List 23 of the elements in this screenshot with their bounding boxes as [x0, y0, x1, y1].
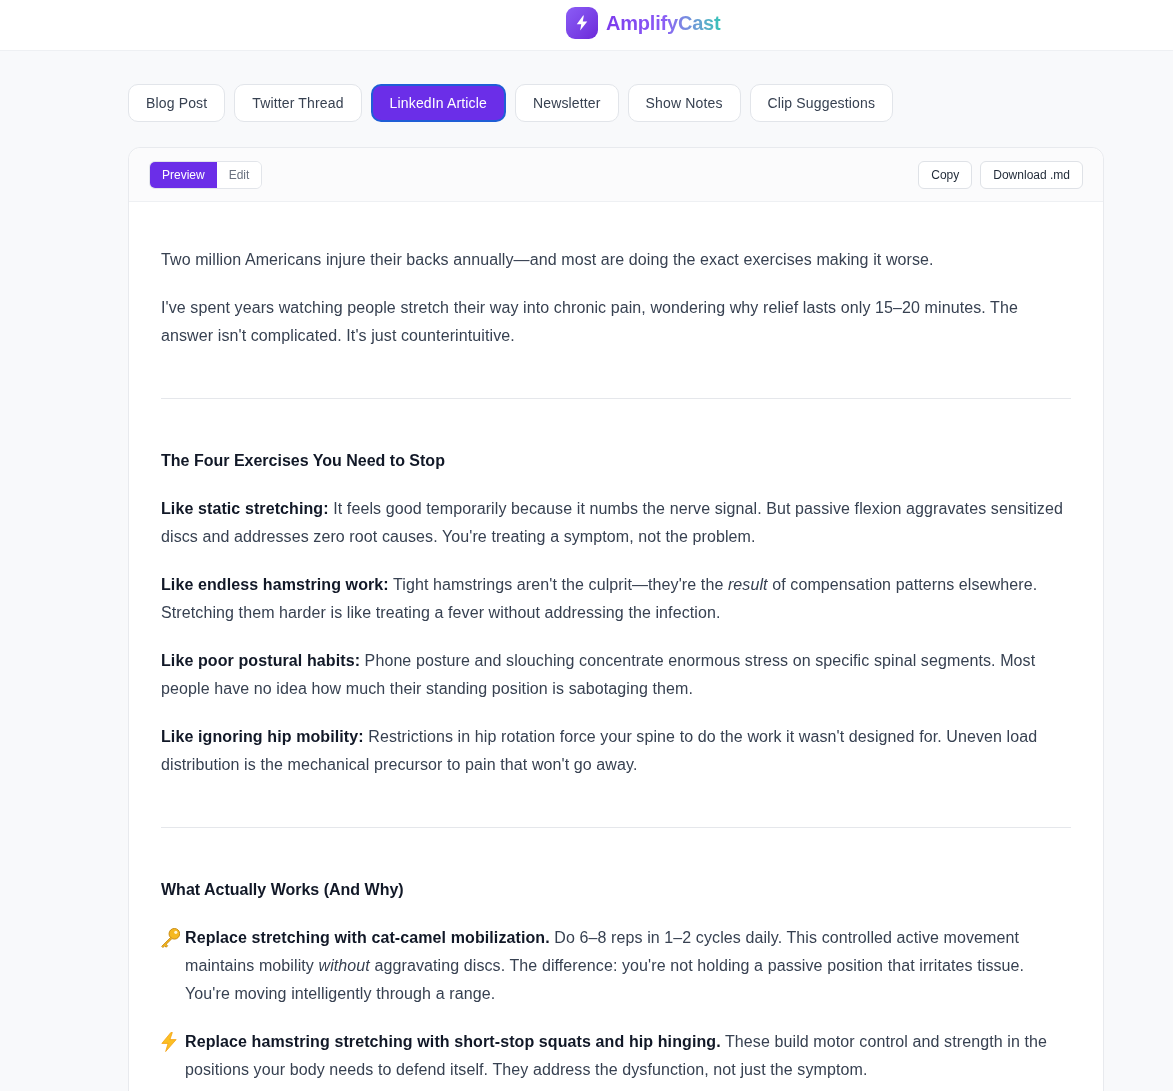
tab[interactable]: LinkedIn Article: [370, 84, 506, 122]
paragraph: Like endless hamstring work: Tight hamstrings aren't the culprit—they're the result of compensation patterns elsewhere. Stretching them harder is like treating a fever without addressing the infection.: [161, 575, 1039, 623]
lightning-logo-icon: [566, 6, 598, 39]
tab[interactable]: Twitter Thread: [234, 84, 362, 122]
tab[interactable]: Newsletter: [514, 84, 619, 122]
paragraph: Like poor postural habits: Phone posture and slouching concentrate enormous stress on specific spinal segments. Most people have no idea how much their standing position is sabotaging them.: [161, 651, 1037, 699]
lightning-icon: [161, 1032, 177, 1052]
paragraph: Like ignoring hip mobility: Restrictions in hip rotation force your spine to do the work it wasn't designed for. Uneven load distribution is the mechanical precursor to pain that won't go away.: [161, 727, 1039, 775]
tab[interactable]: Clip Suggestions: [749, 84, 894, 122]
paragraph: Like static stretching: It feels good temporarily because it numbs the nerve signal. But passive flexion aggravates sensitized discs and addresses zero root causes. You're treating a symptom, not the problem.: [161, 499, 1064, 547]
section-heading: The Four Exercises You Need to Stop: [161, 451, 446, 471]
section-heading: What Actually Works (And Why): [161, 880, 405, 900]
paragraph: Replace stretching with cat-camel mobilization. Do 6–8 reps in 1–2 cycles daily. This controlled active movement maintains mobility without aggravating discs. The difference: you're not holding a passive position that irritates tissue. You're moving intelligently through a range.: [185, 928, 1026, 1004]
paragraph: I've spent years watching people stretch their way into chronic pain, wondering why relief lasts only 15–20 minutes. The answer isn't complicated. It's just counterintuitive.: [161, 298, 1019, 346]
key-icon: [161, 928, 180, 948]
paragraph: Two million Americans injure their backs annually—and most are doing the exact exercises making it worse.: [161, 250, 935, 270]
tab[interactable]: Blog Post: [128, 84, 226, 122]
action-button[interactable]: Download .md: [980, 160, 1083, 189]
tab[interactable]: Show Notes: [627, 84, 741, 122]
action-button[interactable]: Copy: [918, 160, 973, 189]
toggle-option[interactable]: Edit: [216, 161, 262, 188]
toggle-option[interactable]: Preview: [150, 161, 217, 188]
paragraph: Replace hamstring stretching with short-stop squats and hip hinging. These build motor control and strength in the positions your body needs to defend itself. They address the dysfunction, not just the symptom.: [185, 1032, 1048, 1080]
